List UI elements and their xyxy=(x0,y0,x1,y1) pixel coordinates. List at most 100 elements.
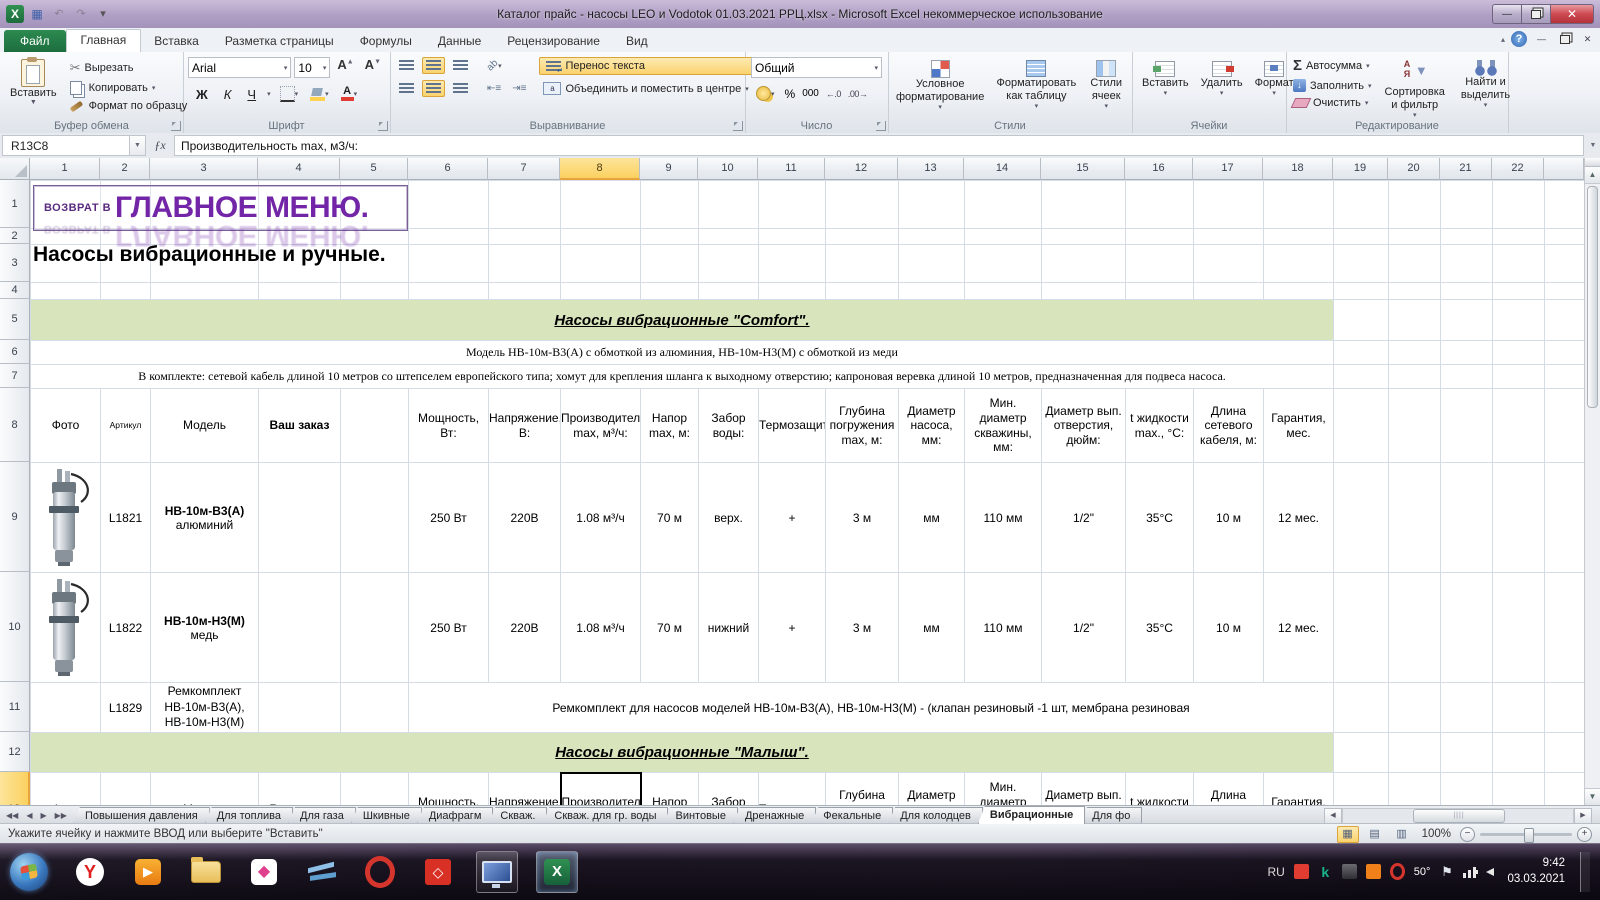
repair-model-cell[interactable]: Ремкомплект НВ-10м-В3(А), НВ-10м-Н3(М) xyxy=(151,683,259,733)
cell[interactable] xyxy=(1334,229,1389,245)
tab-review[interactable]: Рецензирование xyxy=(494,31,613,52)
cell[interactable] xyxy=(1126,245,1194,283)
row-header-6[interactable]: 6 xyxy=(0,340,30,364)
number-dialog-launcher[interactable] xyxy=(876,121,886,131)
header-cell[interactable]: Забор воды: xyxy=(699,389,759,463)
spec-cell[interactable]: 110 мм xyxy=(965,573,1042,683)
cell[interactable] xyxy=(1194,283,1264,300)
header-cell[interactable]: Фото xyxy=(31,389,101,463)
tab-file[interactable]: Файл xyxy=(4,30,66,52)
cell[interactable] xyxy=(1334,389,1389,463)
cell[interactable] xyxy=(1264,229,1334,245)
merge-center-button[interactable]: aОбъединить и поместить в центре▾ xyxy=(539,80,752,97)
column-header-20[interactable]: 20 xyxy=(1388,158,1440,180)
header-cell[interactable]: Термозащита: xyxy=(759,389,826,463)
weather-icon[interactable]: 50° xyxy=(1414,864,1431,879)
spec-cell[interactable]: 250 Вт xyxy=(409,463,489,573)
header-cell[interactable]: Артикул xyxy=(101,389,151,463)
cell[interactable] xyxy=(965,181,1042,229)
scroll-up-icon[interactable]: ▲ xyxy=(1585,167,1600,184)
note-kit-cell[interactable]: В комплекте: сетевой кабель длиной 10 ме… xyxy=(31,365,1334,389)
header-cell[interactable]: Диаметр насоса, мм: xyxy=(899,389,965,463)
next-sheet-icon[interactable]: ▶ xyxy=(40,811,46,820)
header-cell[interactable]: Мин. диаметр скважины, мм: xyxy=(965,389,1042,463)
row-header-12[interactable]: 12 xyxy=(0,732,30,772)
header-cell[interactable]: Мин. диаметр скважины, мм: xyxy=(965,773,1042,806)
photo-cell[interactable] xyxy=(31,463,101,573)
spec-cell[interactable]: 1.08 м³/ч xyxy=(561,463,641,573)
cell[interactable] xyxy=(1493,283,1545,300)
header-cell[interactable]: Напряжение, В: xyxy=(489,389,561,463)
name-box[interactable]: R13C8 xyxy=(2,135,130,156)
tab-page-layout[interactable]: Разметка страницы xyxy=(212,31,347,52)
header-cell[interactable]: Гарантия, мес. xyxy=(1264,389,1334,463)
scanner-taskbar-button[interactable] xyxy=(302,852,342,892)
clock[interactable]: 9:42 03.03.2021 xyxy=(1507,856,1565,887)
cell[interactable] xyxy=(1334,245,1389,283)
cell[interactable] xyxy=(641,245,699,283)
wrap-text-button[interactable]: Перенос текста xyxy=(539,57,752,75)
zoom-slider[interactable] xyxy=(1480,833,1572,836)
percent-style-button[interactable]: % xyxy=(785,87,796,101)
header-cell[interactable]: Термозащита: xyxy=(759,773,826,806)
clear-button[interactable]: Очистить▾ xyxy=(1290,96,1375,110)
cell[interactable] xyxy=(1334,300,1389,341)
sheet-tab-10[interactable]: Фекальные xyxy=(811,807,893,824)
cell[interactable] xyxy=(1545,283,1585,300)
sheet-tab-5[interactable]: Диафрагм xyxy=(417,807,494,824)
cell[interactable] xyxy=(1545,573,1585,683)
sheet-tab-4[interactable]: Шкивные xyxy=(351,807,422,824)
spec-cell[interactable]: 3 м xyxy=(826,463,899,573)
repair-description-cell[interactable]: Ремкомплект для насосов моделей НВ-10м-В… xyxy=(409,683,1334,733)
cell[interactable] xyxy=(1334,341,1389,365)
spec-cell[interactable]: 70 м xyxy=(641,463,699,573)
spec-cell[interactable]: 110 мм xyxy=(965,463,1042,573)
cell[interactable] xyxy=(489,283,561,300)
cell[interactable] xyxy=(1493,245,1545,283)
normal-view-button[interactable]: ▦ xyxy=(1337,826,1359,843)
tray-opera-icon[interactable] xyxy=(1390,863,1405,880)
font-color-button[interactable]: А▾ xyxy=(338,85,361,103)
formula-bar-expand-icon[interactable]: ▼ xyxy=(1586,142,1600,149)
cell[interactable] xyxy=(341,283,409,300)
cell[interactable] xyxy=(561,181,641,229)
cell[interactable] xyxy=(699,283,759,300)
cell[interactable] xyxy=(1441,300,1493,341)
fx-icon[interactable]: ƒx xyxy=(146,138,174,153)
photo-cell[interactable] xyxy=(31,573,101,683)
spec-cell[interactable]: нижний xyxy=(699,573,759,683)
help-icon[interactable]: ? xyxy=(1511,31,1527,47)
cell[interactable] xyxy=(1545,389,1585,463)
cell[interactable] xyxy=(1545,733,1585,773)
row-header-8[interactable]: 8 xyxy=(0,388,30,462)
spec-cell[interactable]: 35°C xyxy=(1126,463,1194,573)
cell[interactable] xyxy=(1389,733,1441,773)
column-header-7[interactable]: 7 xyxy=(488,158,560,180)
cell[interactable] xyxy=(759,181,826,229)
row-header-1[interactable]: 1 xyxy=(0,180,30,228)
header-cell[interactable]: Мощность, Вт: xyxy=(409,773,489,806)
alignment-dialog-launcher[interactable] xyxy=(733,121,743,131)
spec-cell[interactable]: 250 Вт xyxy=(409,573,489,683)
spec-cell[interactable]: 1/2" xyxy=(1042,573,1126,683)
column-header-2[interactable]: 2 xyxy=(100,158,150,180)
format-painter-button[interactable]: Формат по образцу xyxy=(67,99,191,113)
main-menu-button[interactable]: ВОЗВРАТ В ГЛАВНОЕ МЕНЮ. ВОЗВРАТ ВГЛАВНОЕ… xyxy=(33,185,408,231)
zoom-in-button[interactable]: + xyxy=(1577,827,1592,842)
cell[interactable] xyxy=(1545,341,1585,365)
header-cell[interactable]: Гарантия, мес. xyxy=(1264,773,1334,806)
row-header-5[interactable]: 5 xyxy=(0,299,30,340)
cell[interactable] xyxy=(259,283,341,300)
column-header-10[interactable]: 10 xyxy=(698,158,758,180)
cell[interactable] xyxy=(1545,683,1585,733)
column-header-14[interactable]: 14 xyxy=(964,158,1041,180)
page-layout-view-button[interactable]: ▤ xyxy=(1364,826,1386,843)
cell-styles-button[interactable]: Стили ячеек▾ xyxy=(1082,56,1130,111)
align-middle-button[interactable] xyxy=(422,57,445,74)
column-header-12[interactable]: 12 xyxy=(825,158,898,180)
language-indicator[interactable]: RU xyxy=(1267,865,1284,879)
cell[interactable] xyxy=(899,181,965,229)
vertical-scrollbar[interactable]: ▲ ▼ xyxy=(1584,158,1600,805)
header-cell[interactable]: t жидкости max., °C: xyxy=(1126,773,1194,806)
section-header-malysh[interactable]: Насосы вибрационные "Малыш". xyxy=(31,733,1334,773)
